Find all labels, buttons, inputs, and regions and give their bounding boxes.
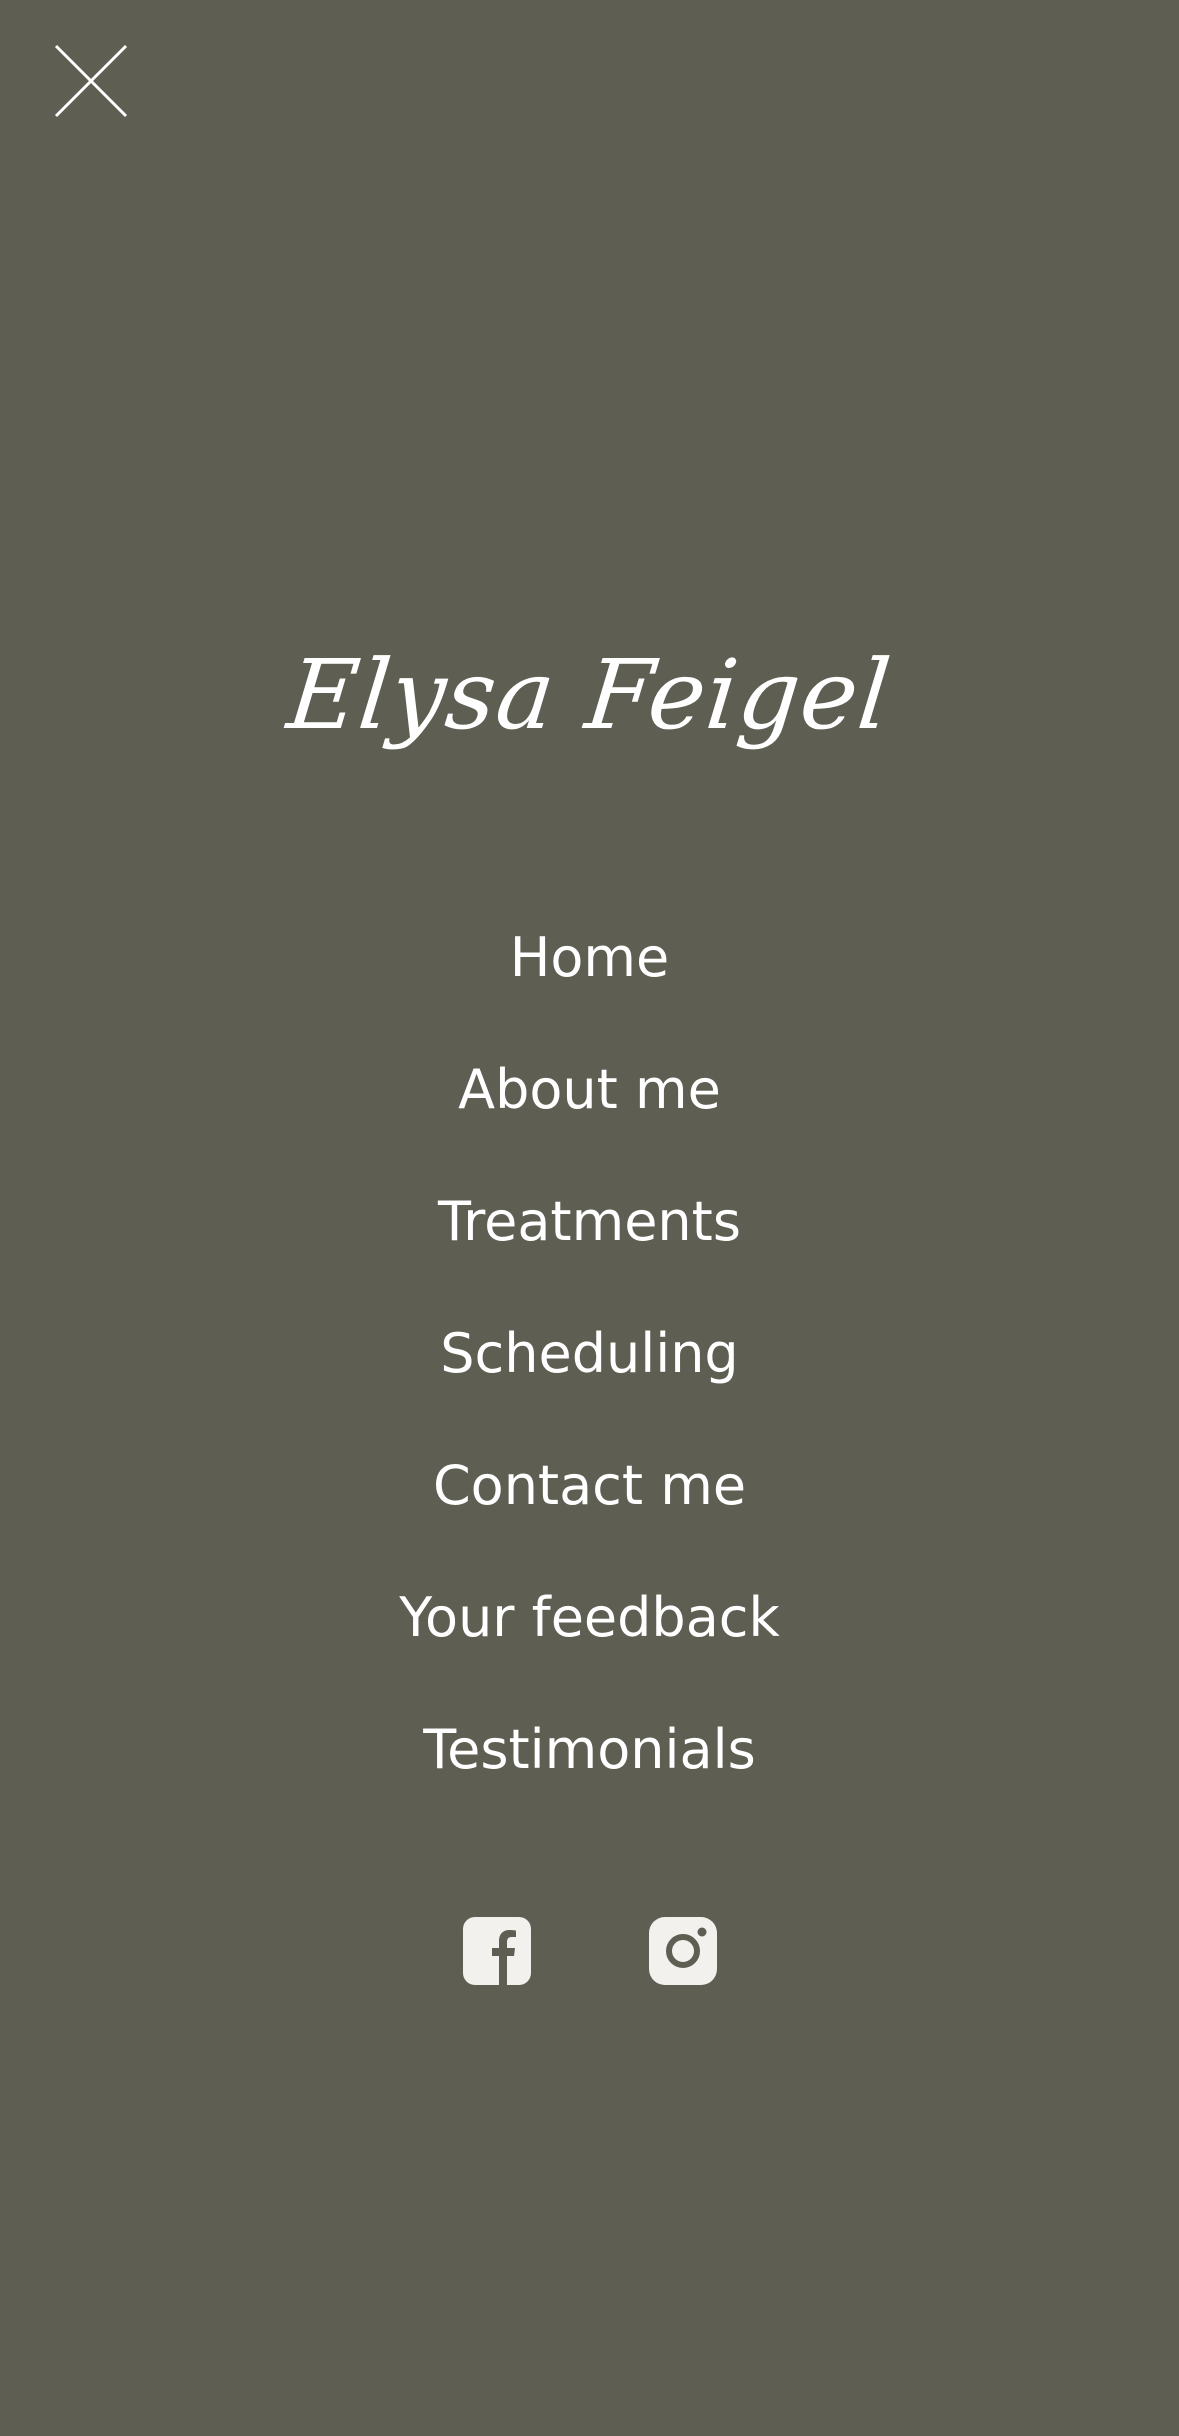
facebook-icon: [463, 1917, 531, 1985]
menu-item-treatments: Treatments: [0, 1176, 1179, 1308]
menu-link-your-feedback[interactable]: Your feedback: [399, 1586, 780, 1649]
menu-item-testimonials: Testimonials: [0, 1704, 1179, 1836]
social-links: [0, 1917, 1179, 1985]
close-menu-button[interactable]: [52, 42, 130, 120]
menu-item-contact-me: Contact me: [0, 1440, 1179, 1572]
menu-link-testimonials[interactable]: Testimonials: [423, 1718, 755, 1781]
navigation-menu: Home About me Treatments Scheduling Cont…: [0, 912, 1179, 1836]
site-logo[interactable]: Elysa Feigel: [0, 639, 1179, 751]
instagram-link[interactable]: [649, 1917, 717, 1985]
menu-link-treatments[interactable]: Treatments: [438, 1190, 741, 1253]
menu-item-your-feedback: Your feedback: [0, 1572, 1179, 1704]
close-icon: [54, 44, 128, 118]
menu-item-home: Home: [0, 912, 1179, 1044]
menu-item-about-me: About me: [0, 1044, 1179, 1176]
menu-link-scheduling[interactable]: Scheduling: [440, 1322, 738, 1385]
instagram-icon: [649, 1917, 717, 1985]
menu-link-about-me[interactable]: About me: [458, 1058, 721, 1121]
menu-link-home[interactable]: Home: [510, 926, 669, 989]
menu-link-contact-me[interactable]: Contact me: [433, 1454, 746, 1517]
menu-item-scheduling: Scheduling: [0, 1308, 1179, 1440]
facebook-link[interactable]: [463, 1917, 531, 1985]
